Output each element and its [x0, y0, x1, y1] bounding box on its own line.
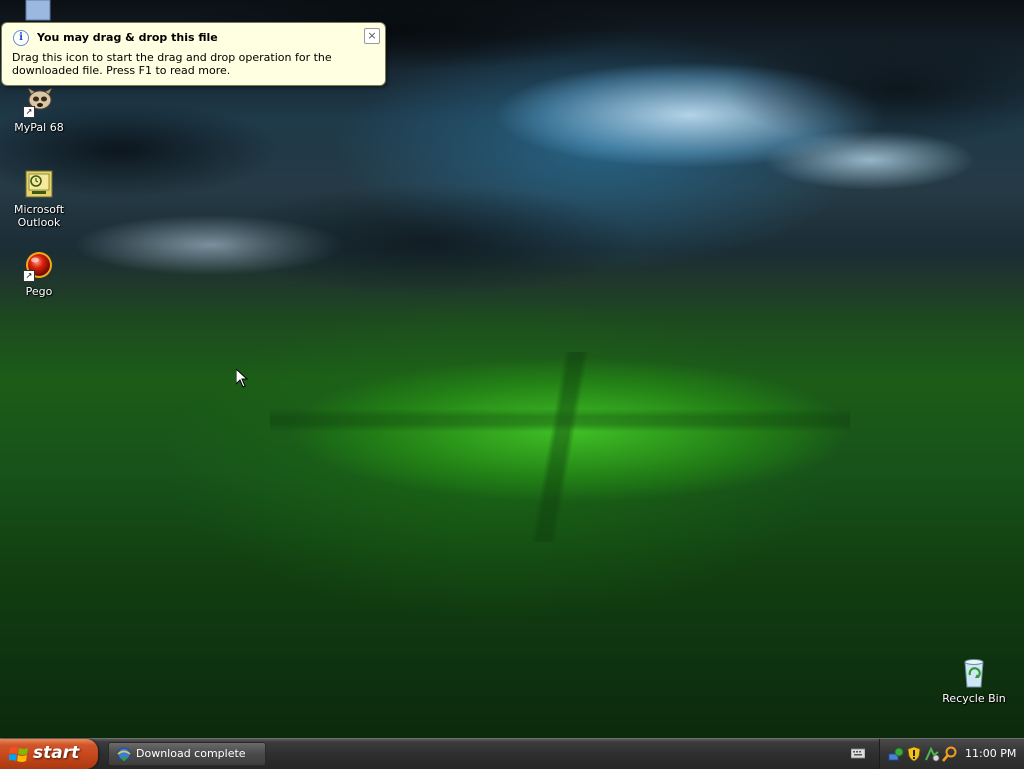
desktop-icon-outlook[interactable]: Microsoft Outlook [2, 168, 76, 229]
security-shield-icon[interactable] [906, 746, 922, 762]
shortcut-arrow-icon: ↗ [23, 106, 35, 118]
search-icon[interactable] [942, 746, 958, 762]
taskbar: start Download complete 11:00 PM [0, 738, 1024, 769]
folder-icon [22, 0, 54, 22]
outlook-icon [23, 168, 55, 200]
desktop-icon-label: Microsoft Outlook [13, 203, 65, 229]
desktop-icon-label: Pego [25, 285, 53, 298]
keyboard-icon[interactable] [851, 747, 865, 759]
shortcut-arrow-icon: ↗ [23, 270, 35, 282]
close-icon[interactable]: × [364, 28, 380, 44]
network-icon[interactable] [888, 746, 904, 762]
desktop-icon-pego[interactable]: ↗ Pego [2, 250, 76, 298]
wallpaper-logo-shadow [270, 352, 850, 542]
balloon-tooltip[interactable]: i You may drag & drop this file Drag thi… [1, 22, 386, 86]
windows-flag-icon [9, 747, 28, 762]
task-label: Download complete [136, 747, 246, 760]
balloon-title: You may drag & drop this file [37, 31, 218, 44]
desktop-icon-label: MyPal 68 [14, 121, 64, 134]
recycle-bin-icon [958, 657, 990, 689]
desktop[interactable]: ↗ MyPal 68 Microsoft Outlook ↗ Pego Recy… [0, 0, 1024, 738]
desktop-icon-label: Recycle Bin [942, 692, 1006, 705]
download-icon [117, 747, 131, 762]
desktop-icon-recycle-bin[interactable]: Recycle Bin [937, 657, 1011, 705]
balloon-body: Drag this icon to start the drag and dro… [12, 51, 332, 77]
start-button[interactable]: start [0, 739, 98, 769]
taskbar-button-download[interactable]: Download complete [108, 742, 266, 766]
start-label: start [33, 743, 80, 763]
desktop-icon-mypal[interactable]: ↗ MyPal 68 [2, 86, 76, 134]
pego-icon: ↗ [23, 250, 55, 282]
connection-icon[interactable] [924, 746, 940, 762]
mouse-cursor-icon [236, 369, 248, 388]
mypal-icon: ↗ [23, 86, 55, 118]
clock[interactable]: 11:00 PM [965, 747, 1016, 760]
info-icon: i [13, 30, 29, 46]
system-tray: 11:00 PM [879, 739, 1024, 769]
